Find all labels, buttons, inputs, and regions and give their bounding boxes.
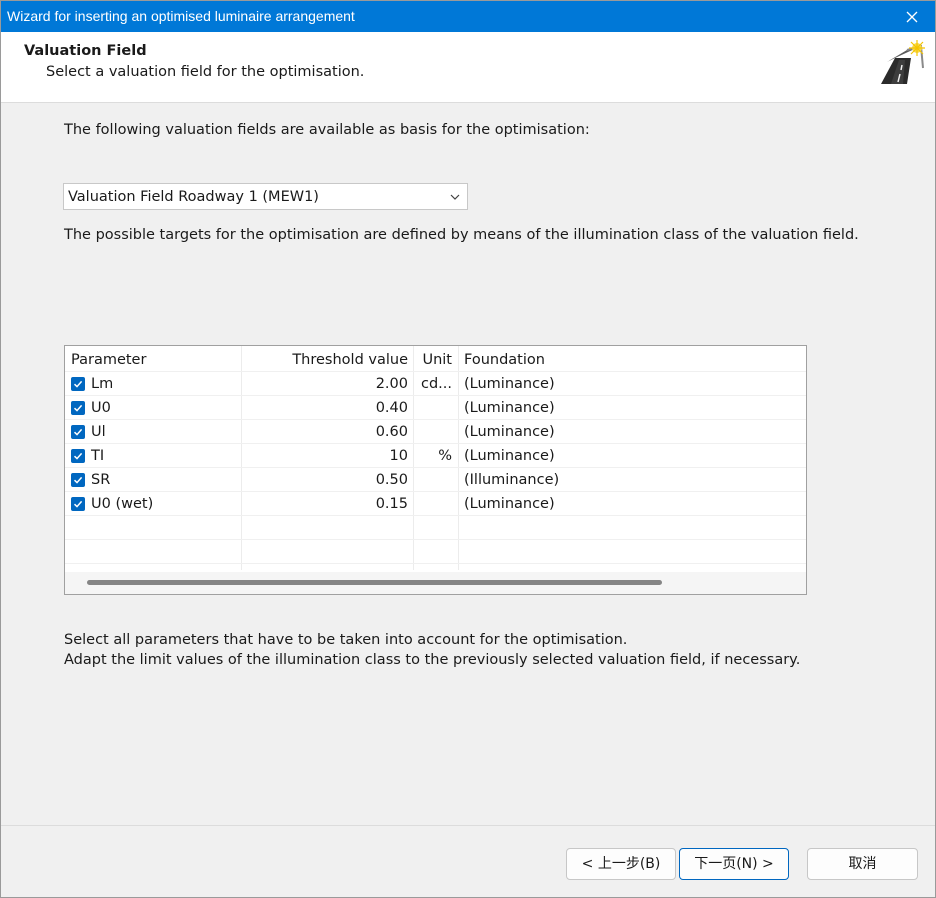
parameter-cell: U0 (65, 396, 241, 420)
parameter-label: SR (91, 472, 111, 488)
unit-value (413, 492, 458, 516)
column-header-threshold[interactable]: Threshold value (241, 348, 413, 372)
parameter-cell: SR (65, 468, 241, 492)
column-header-parameter[interactable]: Parameter (65, 348, 241, 372)
back-button[interactable]: < 上一步(B) (566, 848, 676, 880)
scrollbar-thumb[interactable] (87, 580, 662, 585)
next-button[interactable]: 下一页(N) > (679, 848, 789, 880)
unit-value (413, 468, 458, 492)
empty-row (65, 540, 806, 564)
parameter-checkbox[interactable] (71, 377, 85, 391)
instructions-text: Select all parameters that have to be ta… (64, 630, 800, 670)
cancel-button[interactable]: 取消 (807, 848, 918, 880)
parameter-checkbox[interactable] (71, 425, 85, 439)
parameter-checkbox[interactable] (71, 449, 85, 463)
table-row[interactable]: SR 0.50 (Illuminance) (65, 468, 806, 492)
empty-row (65, 516, 806, 540)
parameter-checkbox[interactable] (71, 497, 85, 511)
check-icon (73, 428, 83, 436)
check-icon (73, 452, 83, 460)
close-icon (906, 11, 918, 22)
close-button[interactable] (889, 1, 935, 32)
parameter-label: TI (91, 448, 105, 464)
check-icon (73, 476, 83, 484)
table-row[interactable]: Ul 0.60 (Luminance) (65, 420, 806, 444)
foundation-value: (Illuminance) (464, 472, 560, 488)
parameter-table: Parameter Threshold value Unit Foundatio… (64, 345, 807, 595)
parameter-checkbox[interactable] (71, 473, 85, 487)
targets-text: The possible targets for the optimisatio… (64, 227, 859, 243)
threshold-value[interactable]: 0.50 (241, 468, 413, 492)
valuation-field-select[interactable]: Valuation Field Roadway 1 (MEW1) (63, 183, 468, 210)
threshold-value[interactable]: 2.00 (241, 372, 413, 396)
footer-separator (1, 825, 935, 826)
foundation-value: (Luminance) (464, 424, 555, 440)
unit-value: cd... (420, 376, 452, 392)
foundation-value: (Luminance) (464, 448, 555, 464)
unit-value (413, 420, 458, 444)
check-icon (73, 500, 83, 508)
foundation-value: (Luminance) (464, 400, 555, 416)
parameter-label: U0 (91, 400, 111, 416)
intro-text: The following valuation fields are avail… (64, 122, 590, 138)
page-subtitle: Select a valuation field for the optimis… (46, 64, 365, 80)
parameter-label: Lm (91, 376, 114, 392)
threshold-value[interactable]: 10 (241, 444, 413, 468)
chevron-down-icon (450, 194, 460, 200)
wizard-header: Valuation Field Select a valuation field… (1, 32, 935, 103)
page-title: Valuation Field (24, 43, 147, 59)
unit-value (413, 396, 458, 420)
parameter-label: U0 (wet) (91, 496, 154, 512)
parameter-cell: TI (65, 444, 241, 468)
unit-value: % (438, 448, 452, 464)
table-row[interactable]: U0 (wet) 0.15 (Luminance) (65, 492, 806, 516)
threshold-value[interactable]: 0.15 (241, 492, 413, 516)
check-icon (73, 404, 83, 412)
window-title: Wizard for inserting an optimised lumina… (7, 8, 355, 24)
column-header-unit[interactable]: Unit (413, 348, 458, 372)
parameter-cell: Ul (65, 420, 241, 444)
table-header-row: Parameter Threshold value Unit Foundatio… (65, 348, 806, 372)
threshold-value[interactable]: 0.40 (241, 396, 413, 420)
horizontal-scrollbar[interactable] (65, 572, 806, 594)
road-luminaire-logo-icon (881, 40, 925, 84)
instructions-line-2: Adapt the limit values of the illuminati… (64, 652, 801, 668)
valuation-field-selected: Valuation Field Roadway 1 (MEW1) (68, 189, 319, 205)
foundation-value: (Luminance) (464, 376, 555, 392)
parameter-checkbox[interactable] (71, 401, 85, 415)
parameter-label: Ul (91, 424, 106, 440)
instructions-line-1: Select all parameters that have to be ta… (64, 632, 628, 648)
foundation-value: (Luminance) (464, 496, 555, 512)
parameter-cell: Lm (65, 372, 241, 396)
table-row[interactable]: Lm 2.00 cd... (Luminance) (65, 372, 806, 396)
threshold-value[interactable]: 0.60 (241, 420, 413, 444)
wizard-window: Wizard for inserting an optimised lumina… (0, 0, 936, 898)
parameter-cell: U0 (wet) (65, 492, 241, 516)
title-bar: Wizard for inserting an optimised lumina… (1, 1, 935, 32)
table-row[interactable]: TI 10 % (Luminance) (65, 444, 806, 468)
column-header-foundation[interactable]: Foundation (458, 348, 806, 372)
check-icon (73, 380, 83, 388)
table-row[interactable]: U0 0.40 (Luminance) (65, 396, 806, 420)
